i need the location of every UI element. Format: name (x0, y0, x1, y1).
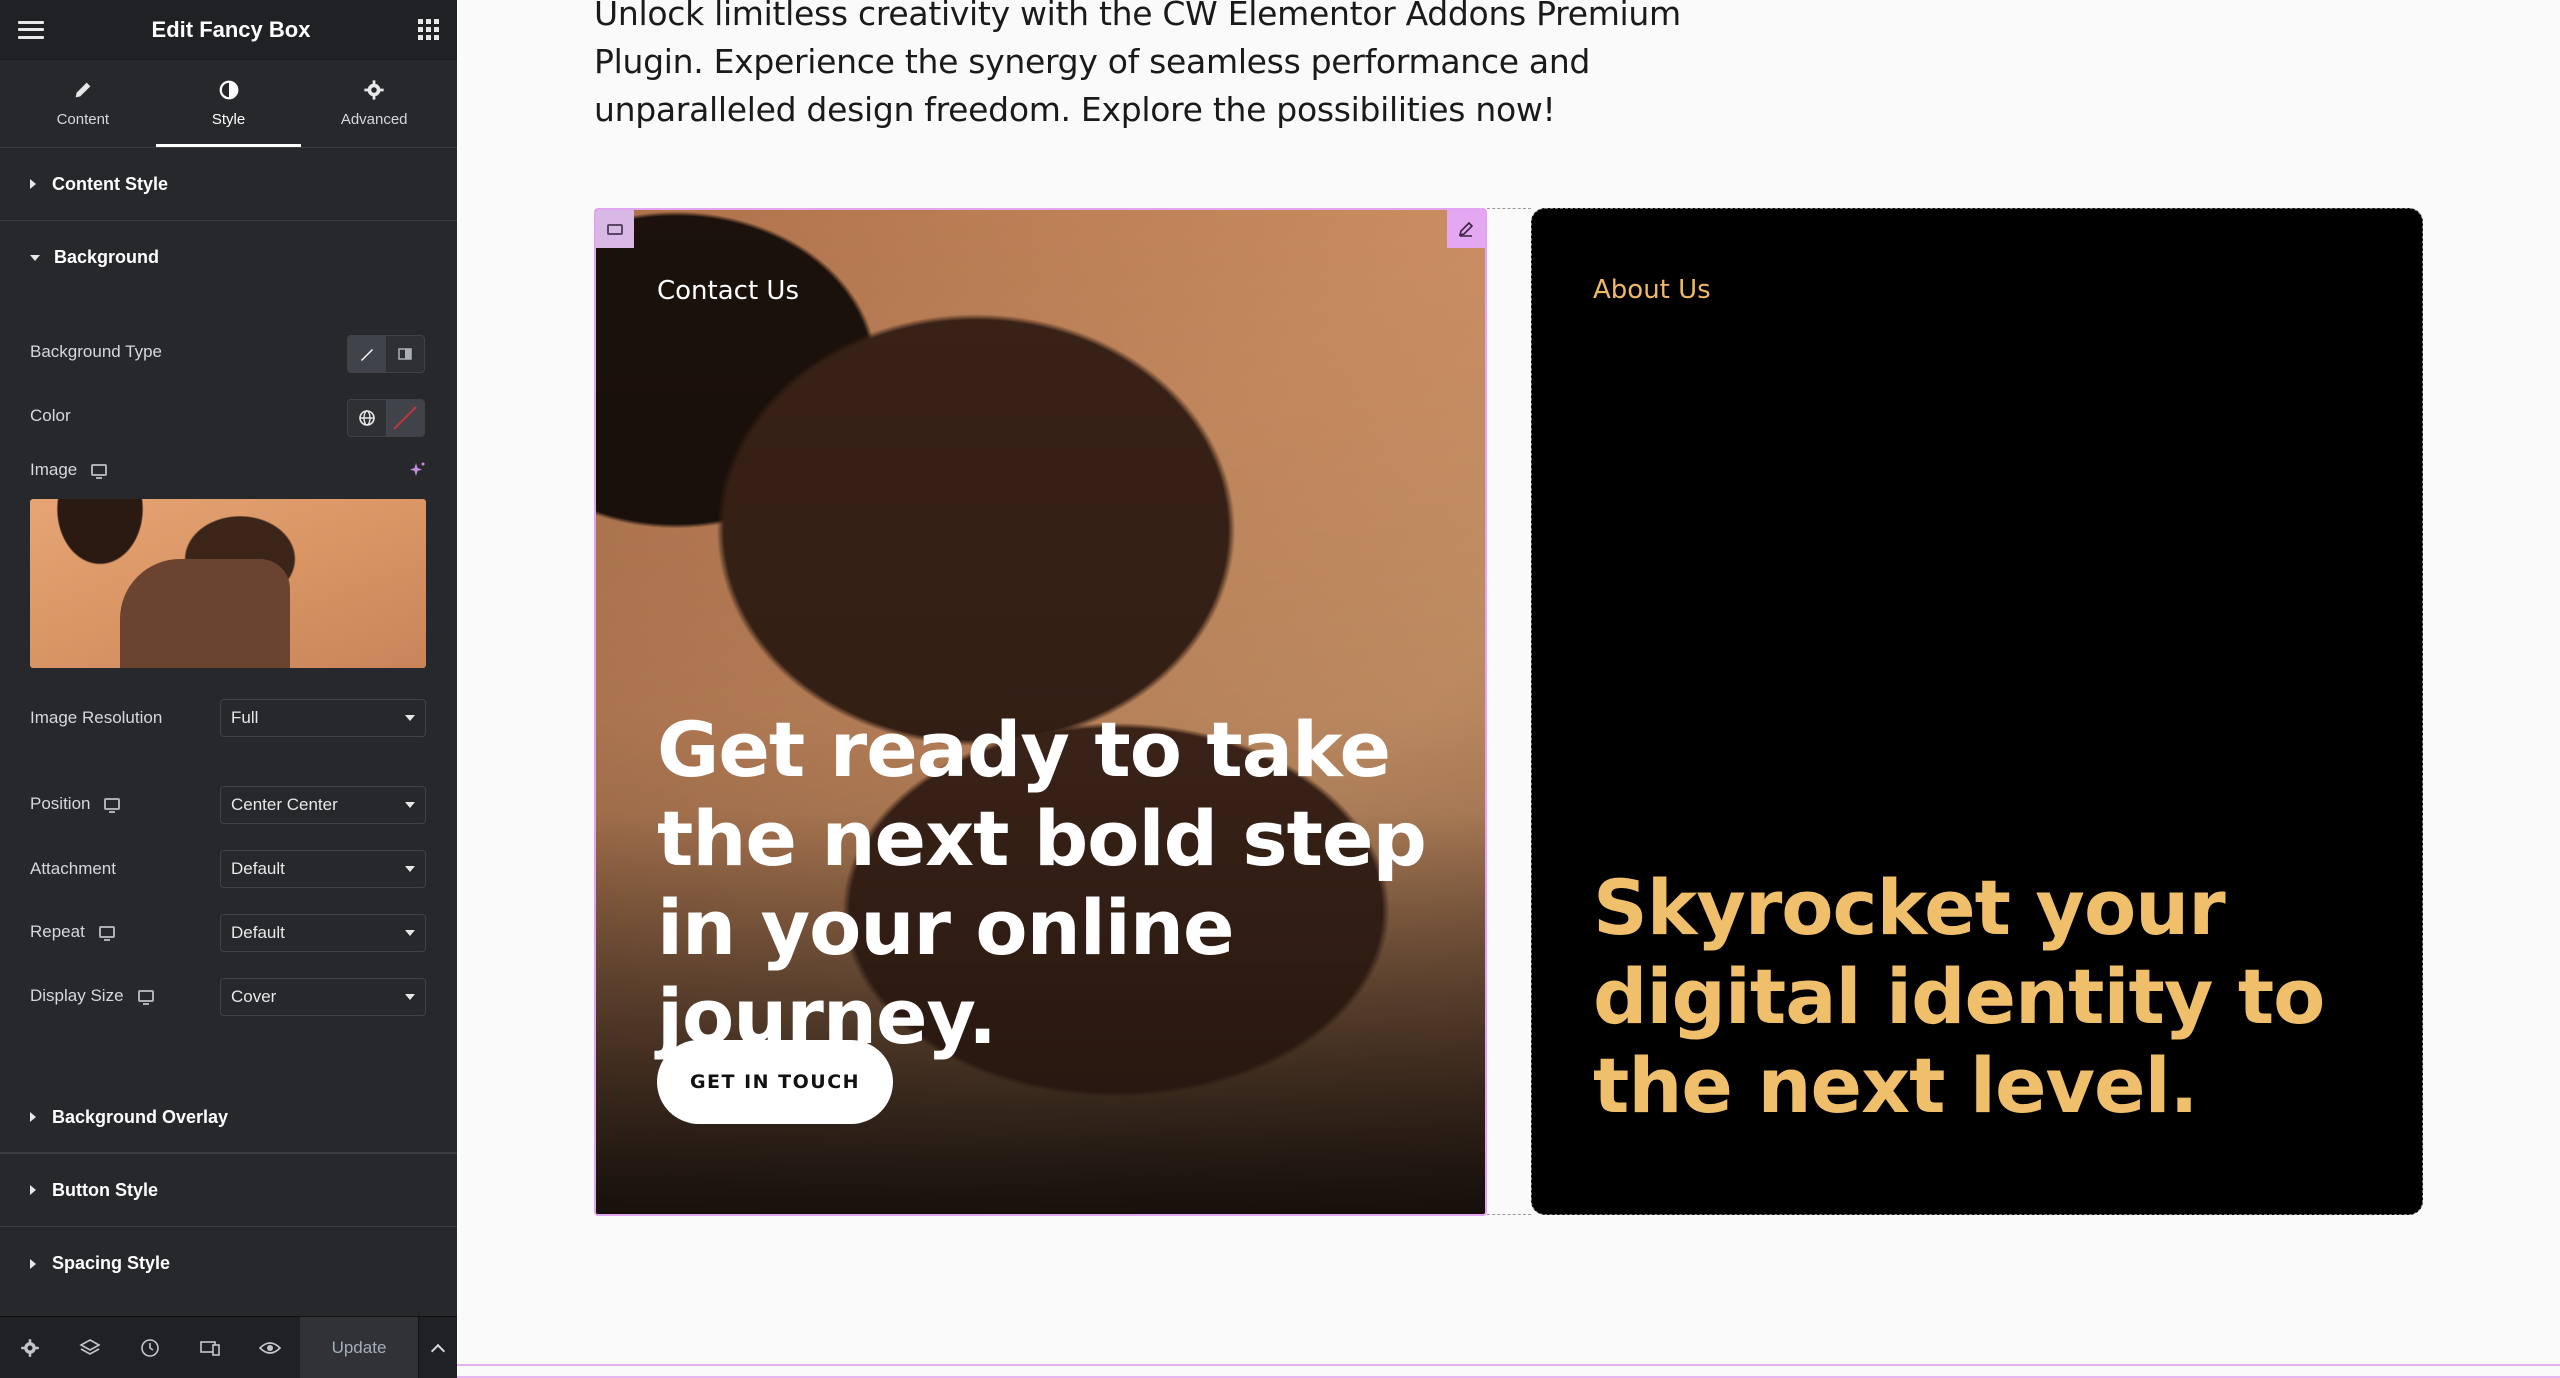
container-outline (1487, 1214, 1531, 1215)
background-image-preview[interactable] (30, 499, 426, 668)
history-icon[interactable] (120, 1317, 180, 1378)
responsive-desktop-icon[interactable] (104, 798, 121, 813)
attachment-label: Attachment (30, 859, 116, 878)
chevron-down-icon (405, 802, 415, 808)
section-background-overlay[interactable]: Background Overlay (0, 1081, 457, 1154)
ai-sparkle-icon[interactable] (408, 461, 426, 484)
fancy-box-about[interactable]: About Us Skyrocket your digital identity… (1531, 208, 2423, 1215)
panel-header: Edit Fancy Box (0, 0, 457, 60)
color-swatch-empty-icon[interactable] (386, 400, 424, 436)
gear-icon (364, 80, 384, 100)
save-options-button[interactable] (418, 1316, 457, 1378)
caret-right-icon (30, 179, 36, 189)
responsive-desktop-icon[interactable] (137, 990, 154, 1005)
menu-icon[interactable] (18, 20, 44, 39)
about-card-heading: Skyrocket your digital identity to the n… (1593, 863, 2325, 1130)
layers-icon[interactable] (60, 1317, 120, 1378)
chevron-down-icon (405, 994, 415, 1000)
repeat-label: Repeat (30, 922, 85, 941)
contrast-icon (219, 80, 238, 100)
section-content-style[interactable]: Content Style (0, 148, 457, 221)
about-card-label: About Us (1593, 275, 1711, 305)
tab-content-label: Content (56, 111, 110, 128)
repeat-select[interactable]: Default (220, 914, 426, 952)
preview-eye-icon[interactable] (240, 1317, 300, 1378)
display-size-label: Display Size (30, 986, 124, 1005)
chevron-down-icon (405, 715, 415, 721)
tab-advanced[interactable]: Advanced (301, 60, 447, 147)
caret-right-icon (30, 1258, 36, 1269)
image-resolution-label: Image Resolution (30, 708, 163, 727)
background-type-switch (347, 335, 425, 373)
widgets-grid-icon[interactable] (417, 19, 439, 40)
color-control (347, 399, 425, 437)
panel-tabs: Content Style Advanced (0, 60, 457, 148)
caret-right-icon (30, 1185, 36, 1195)
caret-down-icon (30, 254, 40, 261)
section-background-label: Background (54, 247, 160, 267)
color-label: Color (30, 406, 71, 425)
contact-card-label: Contact Us (657, 276, 799, 306)
tab-advanced-label: Advanced (340, 111, 408, 128)
update-button[interactable]: Update (300, 1316, 418, 1378)
repeat-label-row: Repeat (30, 922, 115, 942)
image-resolution-select[interactable]: Full (220, 699, 426, 737)
chevron-down-icon (405, 866, 415, 872)
panel-title: Edit Fancy Box (151, 16, 311, 42)
pencil-icon (75, 82, 91, 98)
settings-gear-icon[interactable] (0, 1317, 60, 1378)
tab-style[interactable]: Style (155, 60, 302, 147)
display-size-label-row: Display Size (30, 986, 154, 1006)
panel-footer: Update (0, 1316, 457, 1378)
fancy-box-contact[interactable]: Contact Us Get ready to take the next bo… (594, 208, 1487, 1216)
position-select[interactable]: Center Center (220, 786, 426, 824)
image-label: Image (30, 460, 78, 479)
responsive-mode-icon[interactable] (180, 1317, 240, 1378)
section-background-header[interactable]: Background (0, 221, 457, 294)
responsive-desktop-icon[interactable] (98, 926, 115, 941)
responsive-desktop-icon[interactable] (91, 464, 108, 479)
classic-brush-icon[interactable] (348, 336, 386, 372)
edit-pencil-icon[interactable] (1447, 210, 1485, 248)
display-size-select[interactable]: Cover (220, 978, 426, 1016)
background-type-label: Background Type (30, 342, 162, 361)
chevron-down-icon (405, 930, 415, 936)
section-button-style[interactable]: Button Style (0, 1154, 457, 1227)
tab-style-label: Style (211, 111, 246, 128)
container-outline (1487, 208, 1531, 209)
section-boundary (457, 1364, 2560, 1366)
widget-handle-icon[interactable] (596, 210, 634, 248)
gradient-icon[interactable] (386, 336, 424, 372)
position-label: Position (30, 794, 91, 813)
globe-icon[interactable] (348, 400, 386, 436)
image-label-row: Image (30, 460, 108, 480)
section-content-style-label: Content Style (52, 173, 169, 194)
section-spacing-style[interactable]: Spacing Style (0, 1227, 457, 1300)
attachment-select[interactable]: Default (220, 850, 426, 888)
get-in-touch-button[interactable]: GET IN TOUCH (657, 1040, 893, 1124)
intro-paragraph: Unlock limitless creativity with the CW … (594, 0, 1681, 129)
editor-panel: Edit Fancy Box Content Style Advanced Co… (0, 0, 457, 1378)
chevron-up-icon (430, 1343, 446, 1358)
caret-right-icon (30, 1112, 36, 1122)
tab-content[interactable]: Content (10, 60, 156, 147)
position-label-row: Position (30, 794, 121, 814)
contact-card-heading: Get ready to take the next bold step in … (657, 705, 1427, 1061)
